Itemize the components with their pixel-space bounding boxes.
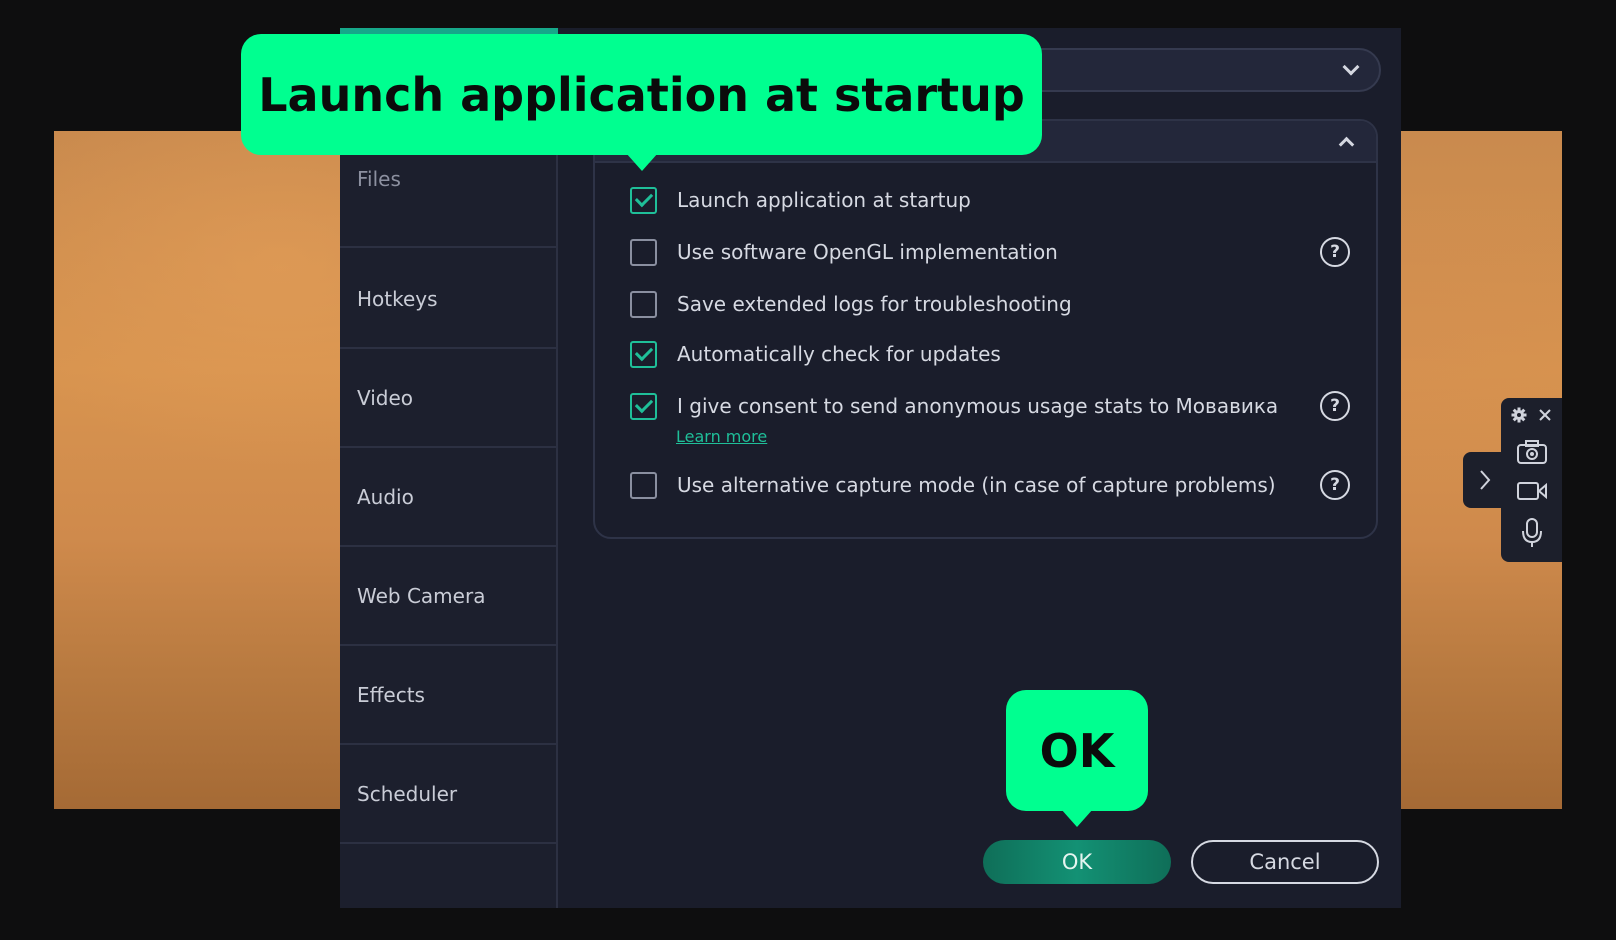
help-icon[interactable]: ? <box>1320 237 1350 267</box>
extended-logs-checkbox[interactable] <box>630 290 657 318</box>
recorder-toolbar <box>1501 398 1562 562</box>
microphone-icon[interactable] <box>1518 516 1546 550</box>
option-usage-stats: I give consent to send anonymous usage s… <box>630 391 1278 421</box>
video-icon[interactable] <box>1515 478 1549 504</box>
ok-button[interactable]: OK <box>983 840 1171 884</box>
alternative-capture-checkbox[interactable] <box>630 471 657 499</box>
sidebar-item-web-camera[interactable]: Web Camera <box>340 547 558 646</box>
help-icon[interactable]: ? <box>1320 470 1350 500</box>
option-check-updates: Automatically check for updates <box>630 339 1001 369</box>
sidebar-item-effects[interactable]: Effects <box>340 646 558 745</box>
sidebar-item-hotkeys[interactable]: Hotkeys <box>340 250 558 349</box>
sidebar-item-files[interactable]: Files <box>340 151 558 248</box>
usage-stats-checkbox[interactable] <box>630 392 657 420</box>
option-label: Use software OpenGL implementation <box>677 240 1058 264</box>
gear-icon[interactable] <box>1510 406 1528 424</box>
check-updates-checkbox[interactable] <box>630 340 657 368</box>
camera-icon[interactable] <box>1515 438 1549 466</box>
callout-arrow <box>1061 809 1093 827</box>
cancel-button[interactable]: Cancel <box>1191 840 1379 884</box>
settings-sidebar: Files Hotkeys Video Audio Web Camera Eff… <box>340 28 558 908</box>
software-opengl-checkbox[interactable] <box>630 238 657 266</box>
sidebar-item-audio[interactable]: Audio <box>340 448 558 547</box>
callout-ok: OK <box>1006 690 1148 811</box>
launch-at-startup-checkbox[interactable] <box>630 186 657 214</box>
option-label: I give consent to send anonymous usage s… <box>677 394 1279 418</box>
option-label: Automatically check for updates <box>677 342 1001 366</box>
chevron-down-icon <box>1342 58 1360 76</box>
callout-launch-at-startup: Launch application at startup <box>241 34 1042 155</box>
chevron-right-icon <box>1475 468 1495 492</box>
learn-more-link[interactable]: Learn more <box>676 427 767 446</box>
general-options-panel: Launch application at startup Use softwa… <box>593 119 1378 539</box>
callout-arrow <box>626 153 658 171</box>
option-label: Use alternative capture mode (in case of… <box>677 473 1276 497</box>
option-software-opengl: Use software OpenGL implementation <box>630 237 1058 267</box>
option-label: Launch application at startup <box>677 188 971 212</box>
help-icon[interactable]: ? <box>1320 391 1350 421</box>
close-icon[interactable] <box>1536 406 1554 424</box>
chevron-up-icon <box>1338 136 1355 153</box>
option-launch-at-startup: Launch application at startup <box>630 185 971 215</box>
option-label: Save extended logs for troubleshooting <box>677 292 1072 316</box>
sidebar-item-scheduler[interactable]: Scheduler <box>340 745 558 844</box>
option-extended-logs: Save extended logs for troubleshooting <box>630 289 1072 319</box>
option-alternative-capture: Use alternative capture mode (in case of… <box>630 470 1276 500</box>
sidebar-item-video[interactable]: Video <box>340 349 558 448</box>
